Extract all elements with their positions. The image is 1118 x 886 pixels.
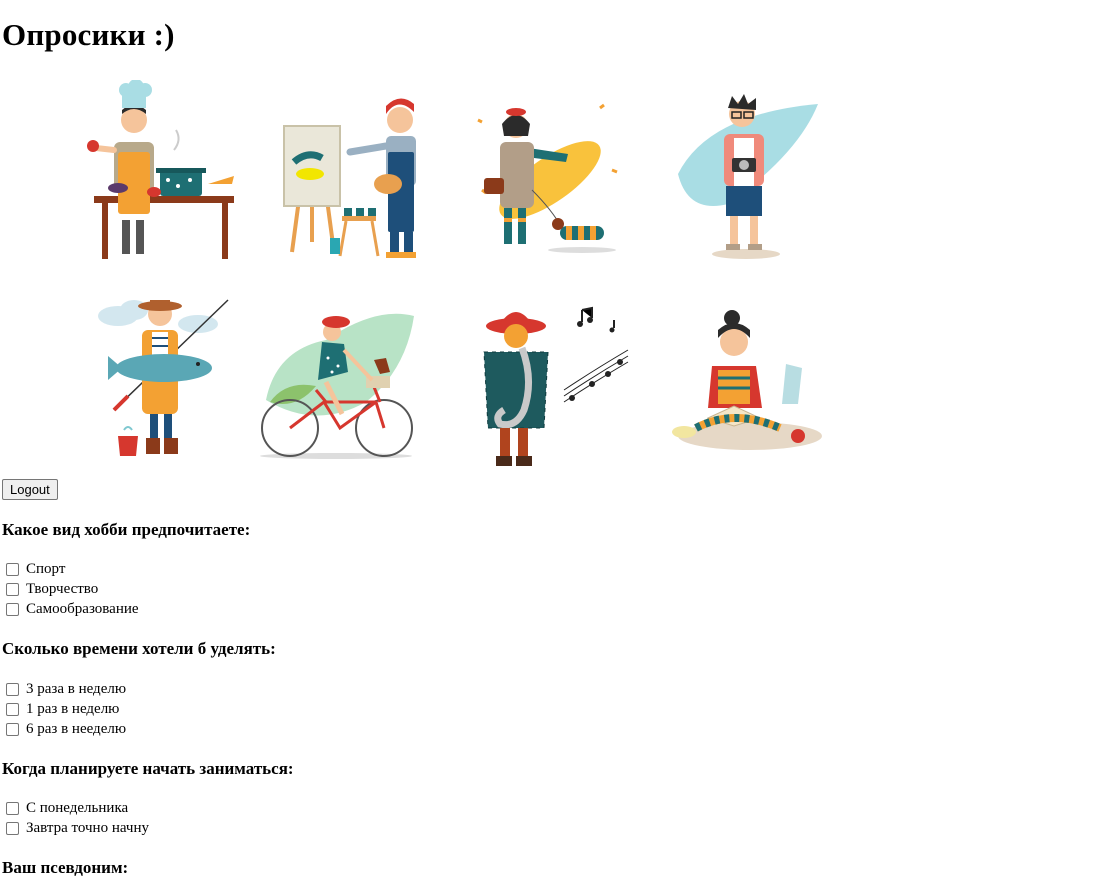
hobby-gallery [0,0,1118,480]
walker-illustration [477,103,618,253]
option-label: 1 раз в неделю [26,700,120,717]
fisherman-illustration [98,299,229,456]
photographer-illustration [678,94,818,259]
option-label: С понедельника [26,799,129,816]
option-sport[interactable]: Спорт [6,559,65,579]
option-label: Завтра точно начну [26,819,149,836]
option-label: Самообразование [26,600,139,617]
option-6-times-week[interactable]: 6 раз в нееделю [6,719,126,739]
checkbox[interactable] [6,801,19,815]
reader-illustration [672,310,822,450]
checkbox[interactable] [6,602,19,616]
option-label: Спорт [26,560,66,577]
chef-illustration [87,80,234,259]
question-time-commitment: Сколько времени хотели б уделять: [2,639,276,658]
logout-button[interactable]: Logout [2,479,58,500]
question-start-time: Когда планируете начать заниматься: [2,759,294,778]
checkbox[interactable] [6,562,19,576]
checkbox[interactable] [6,722,19,736]
option-from-monday[interactable]: С понедельника [6,798,128,818]
option-creativity[interactable]: Творчество [6,579,98,599]
question-nickname: Ваш псевдоним: [2,858,129,877]
painter-illustration [283,98,416,258]
musician-illustration [483,306,629,466]
option-label: 3 раза в неделю [26,680,127,697]
checkbox[interactable] [6,702,19,716]
option-1-time-week[interactable]: 1 раз в неделю [6,699,119,719]
checkbox[interactable] [6,582,19,596]
option-self-education[interactable]: Самообразование [6,599,139,619]
option-start-tomorrow[interactable]: Завтра точно начну [6,818,149,838]
question-hobby-type: Какое вид хобби предпочитаете: [2,520,251,539]
option-3-times-week[interactable]: 3 раза в неделю [6,679,126,699]
option-label: Творчество [26,580,99,597]
cyclist-illustration [260,313,414,459]
checkbox[interactable] [6,821,19,835]
option-label: 6 раз в нееделю [26,720,127,737]
checkbox[interactable] [6,682,19,696]
